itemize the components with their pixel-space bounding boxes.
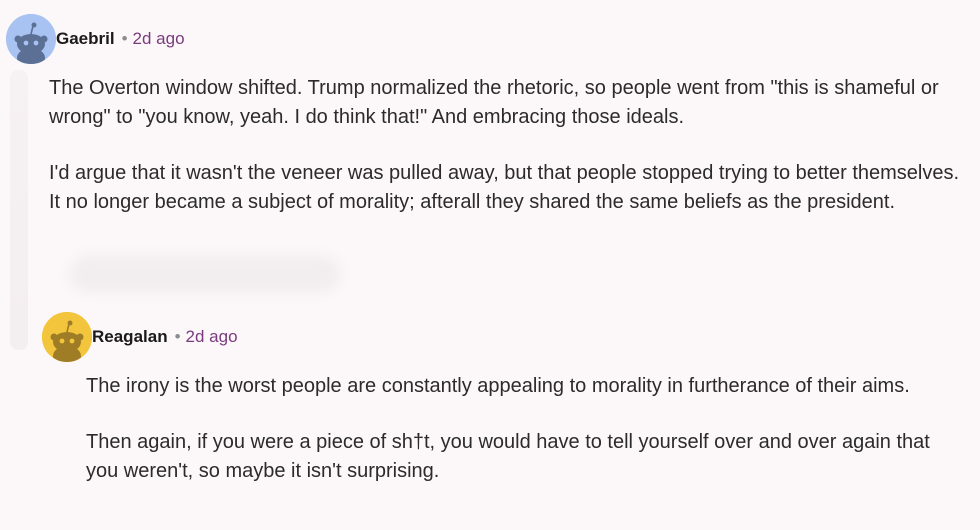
snoo-avatar-icon bbox=[6, 14, 56, 64]
meta-separator: • bbox=[174, 327, 181, 346]
comment-header: Gaebril • 2d ago bbox=[0, 12, 980, 64]
comment-paragraph: The irony is the worst people are consta… bbox=[86, 375, 910, 397]
comment-paragraph: I'd argue that it wasn't the veneer was … bbox=[49, 162, 960, 213]
avatar[interactable] bbox=[6, 14, 56, 64]
meta-separator: • bbox=[121, 29, 128, 48]
comment-body: The Overton window shifted. Trump normal… bbox=[49, 74, 964, 217]
timestamp[interactable]: 2d ago bbox=[186, 327, 238, 346]
thread-line[interactable] bbox=[10, 70, 28, 350]
avatar[interactable] bbox=[42, 312, 92, 362]
timestamp[interactable]: 2d ago bbox=[133, 29, 185, 48]
comment-paragraph: Then again, if you were a piece of sh†t,… bbox=[86, 431, 930, 482]
comment-meta: Gaebril • 2d ago bbox=[56, 29, 185, 49]
snoo-avatar-icon bbox=[42, 312, 92, 362]
comment-paragraph: The Overton window shifted. Trump normal… bbox=[49, 77, 939, 128]
comment: Gaebril • 2d ago The Overton window shifte… bbox=[0, 12, 980, 213]
username[interactable]: Gaebril bbox=[56, 29, 115, 48]
username[interactable]: Reagalan bbox=[92, 327, 168, 346]
comment-header: Reagalan • 2d ago bbox=[0, 310, 980, 362]
comment-body: The irony is the worst people are consta… bbox=[86, 372, 966, 486]
background-blur bbox=[70, 256, 340, 292]
comment-meta: Reagalan • 2d ago bbox=[92, 327, 238, 347]
reply-comment: Reagalan • 2d ago The irony is the worst p… bbox=[0, 310, 980, 482]
